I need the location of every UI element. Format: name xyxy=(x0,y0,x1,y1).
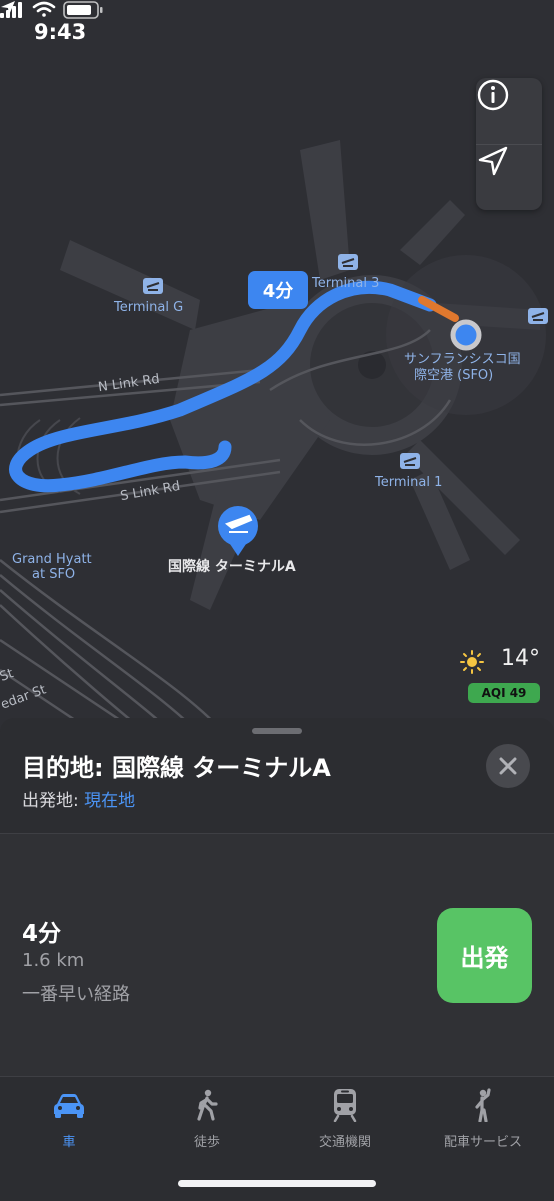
cellular-signal-icon xyxy=(0,2,22,18)
map-label-terminal-g[interactable]: Terminal G xyxy=(114,300,183,315)
tab-walk-label: 徒歩 xyxy=(193,1135,220,1150)
close-button[interactable] xyxy=(486,744,530,788)
tab-transit[interactable]: 交通機関 xyxy=(276,1077,414,1157)
aqi-badge: AQI 49 xyxy=(468,683,540,703)
sheet-grabber[interactable] xyxy=(252,728,302,734)
tab-walk[interactable]: 徒歩 xyxy=(138,1077,276,1157)
origin-label: 出発地: xyxy=(22,791,79,811)
home-indicator[interactable] xyxy=(178,1180,376,1187)
walking-icon xyxy=(197,1089,218,1121)
map-label-terminal-3[interactable]: Terminal 3 xyxy=(312,276,379,291)
route-option[interactable]: 4分 1.6 km 一番早い経路 出発 xyxy=(0,834,554,1076)
map-label-sfo-line2[interactable]: 際空港 (SFO) xyxy=(414,364,493,383)
tab-drive[interactable]: 車 xyxy=(0,1077,138,1157)
route-duration: 4分 xyxy=(22,921,62,947)
route-description: 一番早い経路 xyxy=(22,984,130,1005)
airport-icon xyxy=(528,308,548,324)
airport-icon xyxy=(400,453,420,469)
status-bar: 9:43 xyxy=(0,0,554,66)
wifi-icon xyxy=(32,1,56,17)
tab-ride-share-label: 配車サービス xyxy=(443,1135,522,1150)
status-icons xyxy=(0,1,103,19)
origin-value-link[interactable]: 現在地 xyxy=(84,791,135,811)
close-icon xyxy=(499,757,517,775)
tracking-button[interactable] xyxy=(476,144,542,210)
sun-icon xyxy=(460,650,484,674)
tab-drive-label: 車 xyxy=(62,1135,76,1150)
route-time-badge[interactable]: 4分 xyxy=(248,271,308,309)
map-label-terminal-1[interactable]: Terminal 1 xyxy=(375,475,442,490)
info-icon xyxy=(477,79,509,111)
train-icon xyxy=(333,1089,357,1122)
map-view[interactable]: 9:43 Terminal 3 Terminal G Terminal 1 サン… xyxy=(0,0,554,740)
destination-label[interactable]: 国際線 ターミナルA xyxy=(168,556,296,576)
map-info-button[interactable] xyxy=(476,78,542,145)
tab-ride-share[interactable]: 配車サービス xyxy=(414,1077,552,1157)
origin-row: 出発地: 現在地 xyxy=(22,786,135,811)
battery-icon xyxy=(63,1,103,19)
map-label-grand-hyatt-line2[interactable]: at SFO xyxy=(32,567,75,582)
airport-icon xyxy=(143,278,163,294)
location-arrow-icon xyxy=(478,146,508,176)
map-controls xyxy=(476,78,542,210)
tab-transit-label: 交通機関 xyxy=(318,1135,371,1150)
route-distance: 1.6 km xyxy=(22,950,85,971)
destination-title: 目的地: 国際線 ターミナルA xyxy=(22,754,331,782)
ride-share-icon xyxy=(475,1088,491,1122)
status-time: 9:43 xyxy=(34,20,87,44)
directions-sheet: 目的地: 国際線 ターミナルA 出発地: 現在地 4分 1.6 km 一番早い経… xyxy=(0,718,554,1201)
temperature: 14° xyxy=(501,646,540,671)
map-label-grand-hyatt[interactable]: Grand Hyatt xyxy=(12,552,92,567)
airport-icon xyxy=(338,254,358,270)
car-icon xyxy=(54,1094,84,1118)
go-button[interactable]: 出発 xyxy=(437,908,532,1003)
